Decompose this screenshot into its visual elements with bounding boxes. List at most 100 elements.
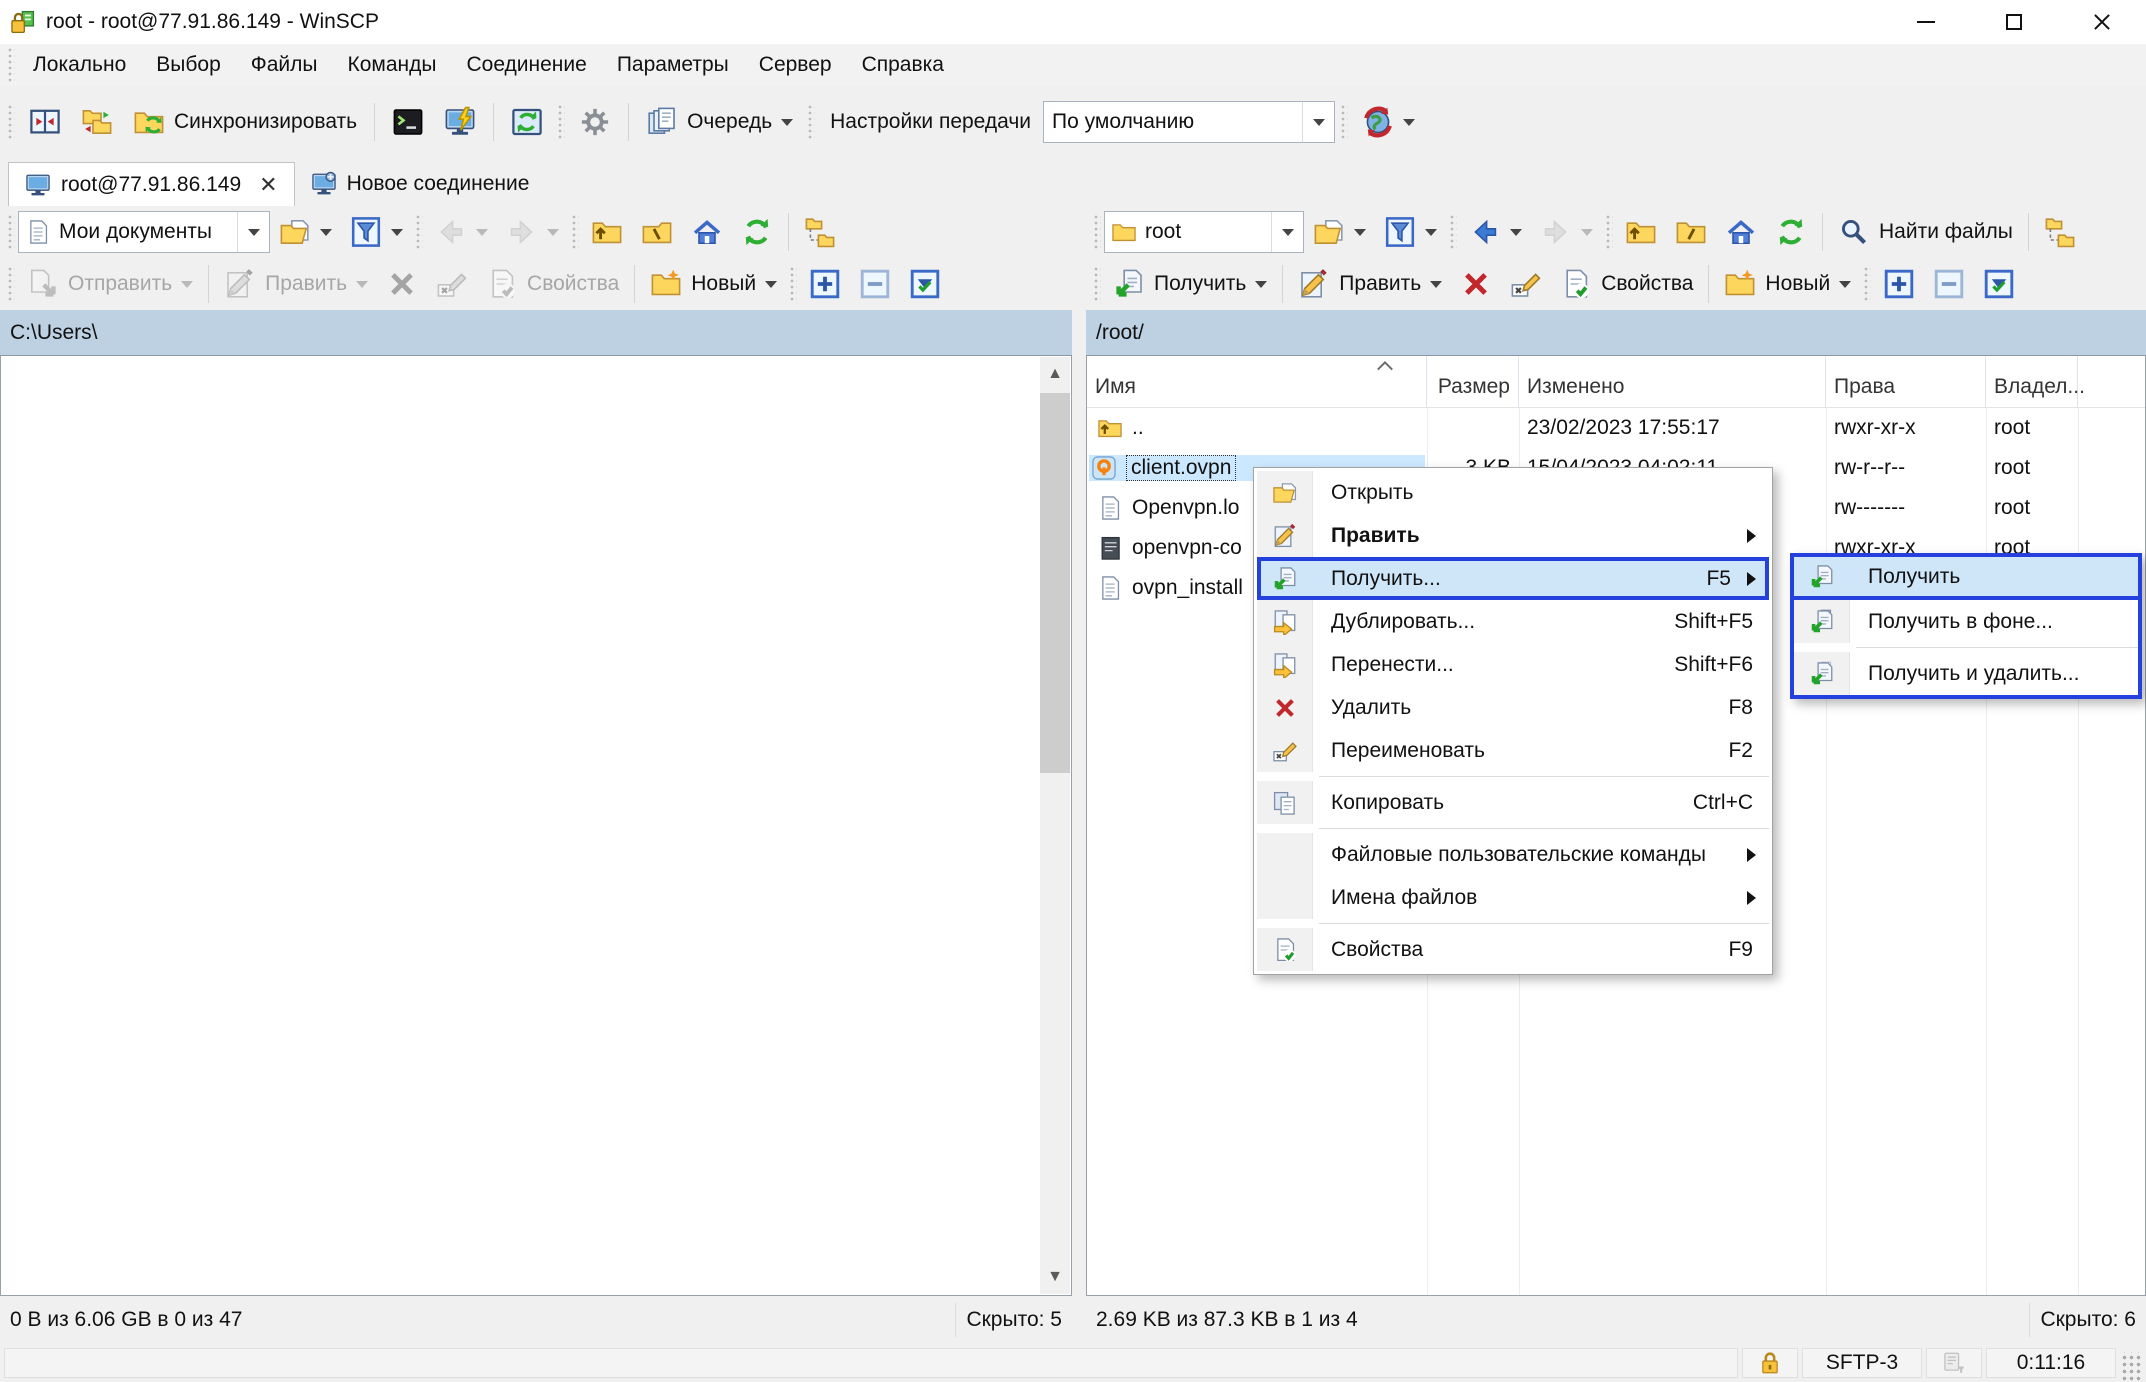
right-unselect-button[interactable]	[1924, 260, 1974, 308]
right-path-bar[interactable]: /root/	[1086, 310, 2146, 356]
toolbar-grip[interactable]	[1863, 266, 1871, 302]
right-drive-combobox[interactable]: root	[1104, 211, 1304, 253]
toolbar-grip[interactable]	[415, 214, 423, 250]
synchronize-browsing-button[interactable]	[72, 98, 122, 146]
left-panel-scrollbar[interactable]: ▲ ▼	[1040, 357, 1070, 1294]
menu-files[interactable]: Файлы	[236, 44, 333, 86]
encryption-cell[interactable]	[1742, 1348, 1798, 1378]
right-rename-button[interactable]	[1501, 260, 1551, 308]
left-root-directory-button[interactable]	[632, 208, 682, 256]
right-drive-dropdown-button[interactable]	[1271, 212, 1303, 252]
download-button[interactable]: Получить	[1104, 260, 1276, 308]
menu-session[interactable]: Соединение	[451, 44, 601, 86]
column-header-modified[interactable]: Изменено	[1519, 356, 1826, 407]
left-drive-dropdown-button[interactable]	[237, 212, 269, 252]
menu-options[interactable]: Параметры	[602, 44, 744, 86]
toolbar-grip[interactable]	[557, 104, 565, 140]
right-select-button[interactable]	[1874, 260, 1924, 308]
left-file-panel[interactable]: ▲ ▼	[0, 356, 1072, 1296]
close-button[interactable]	[2058, 0, 2146, 44]
queue-button[interactable]: Очередь	[637, 98, 802, 146]
transfer-preset-dropdown-button[interactable]	[1302, 102, 1334, 142]
right-root-directory-button[interactable]	[1666, 208, 1716, 256]
open-terminal-button[interactable]	[383, 98, 433, 146]
right-parent-directory-button[interactable]	[1616, 208, 1666, 256]
right-delete-button[interactable]	[1451, 260, 1501, 308]
left-properties-button[interactable]: Свойства	[477, 260, 628, 308]
transfer-preset-combobox[interactable]: По умолчанию	[1043, 101, 1335, 143]
menu-item-custom-commands[interactable]: Файловые пользовательские команды	[1257, 833, 1769, 876]
right-forward-button[interactable]	[1531, 208, 1602, 256]
right-edit-button[interactable]: Править	[1289, 260, 1451, 308]
toolbar-grip[interactable]	[7, 214, 15, 250]
tab-session-root[interactable]: root@77.91.86.149 ✕	[8, 162, 295, 206]
menu-item-edit[interactable]: Править	[1257, 514, 1769, 557]
left-select-all-button[interactable]	[900, 260, 950, 308]
refresh-session-button[interactable]	[502, 98, 552, 146]
toolbar-grip[interactable]	[1340, 104, 1348, 140]
left-path-bar[interactable]: C:\Users\	[0, 310, 1072, 356]
toolbar-grip[interactable]	[789, 266, 797, 302]
left-parent-directory-button[interactable]	[582, 208, 632, 256]
menu-item-properties[interactable]: Свойства F9	[1257, 928, 1769, 971]
left-home-directory-button[interactable]	[682, 208, 732, 256]
menu-item-rename[interactable]: Переименовать F2	[1257, 729, 1769, 772]
menu-help[interactable]: Справка	[847, 44, 959, 86]
menu-item-delete[interactable]: Удалить F8	[1257, 686, 1769, 729]
right-status-hidden[interactable]: Скрыто: 6	[2029, 1303, 2146, 1337]
column-header-owner[interactable]: Владел...	[1986, 356, 2078, 407]
tab-close-icon[interactable]: ✕	[259, 172, 277, 198]
left-drive-combobox[interactable]: Мои документы	[18, 211, 270, 253]
toolbar-grip[interactable]	[1093, 266, 1101, 302]
left-refresh-button[interactable]	[732, 208, 782, 256]
tab-new-session[interactable]: Новое соединение	[295, 162, 546, 206]
right-properties-button[interactable]: Свойства	[1551, 260, 1702, 308]
right-refresh-button[interactable]	[1766, 208, 1816, 256]
menu-server[interactable]: Сервер	[744, 44, 847, 86]
toolbar-grip[interactable]	[7, 266, 15, 302]
menu-item-open[interactable]: Открыть	[1257, 471, 1769, 514]
menu-item-duplicate[interactable]: Дублировать... Shift+F5	[1257, 600, 1769, 643]
toolbar-grip[interactable]	[1093, 214, 1101, 250]
open-putty-button[interactable]	[435, 98, 485, 146]
left-rename-button[interactable]	[427, 260, 477, 308]
left-forward-button[interactable]	[497, 208, 568, 256]
menu-commands[interactable]: Команды	[333, 44, 452, 86]
toolbar-grip[interactable]	[807, 104, 815, 140]
toolbar-grip[interactable]	[1449, 214, 1457, 250]
left-status-hidden[interactable]: Скрыто: 5	[955, 1303, 1072, 1337]
preferences-button[interactable]	[570, 98, 620, 146]
left-tree-button[interactable]	[795, 208, 845, 256]
maximize-button[interactable]	[1970, 0, 2058, 44]
submenu-item-download-background[interactable]: Получить в фоне...	[1794, 600, 2138, 643]
column-header-size[interactable]: Размер	[1427, 356, 1519, 407]
scroll-up-icon[interactable]: ▲	[1040, 357, 1070, 391]
right-tree-button[interactable]	[2035, 208, 2085, 256]
left-select-button[interactable]	[800, 260, 850, 308]
connection-cell[interactable]	[1926, 1348, 1982, 1378]
right-back-button[interactable]	[1460, 208, 1531, 256]
left-edit-button[interactable]: Править	[215, 260, 377, 308]
scrollbar-thumb[interactable]	[1040, 393, 1070, 773]
menu-mark[interactable]: Выбор	[141, 44, 236, 86]
left-new-button[interactable]: Новый	[641, 260, 786, 308]
left-back-button[interactable]	[426, 208, 497, 256]
menu-item-download[interactable]: Получить... F5	[1257, 557, 1769, 600]
menu-item-move[interactable]: Перенести... Shift+F6	[1257, 643, 1769, 686]
menu-item-copy[interactable]: Копировать Ctrl+C	[1257, 781, 1769, 824]
toolbar-grip[interactable]	[571, 214, 579, 250]
resize-grip[interactable]	[2120, 1352, 2142, 1382]
left-filter-button[interactable]	[341, 208, 412, 256]
submenu-item-download-and-delete[interactable]: Получить и удалить...	[1794, 652, 2138, 695]
minimize-button[interactable]	[1882, 0, 1970, 44]
toolbar-grip[interactable]	[1605, 214, 1613, 250]
synchronize-button[interactable]: Синхронизировать	[124, 98, 366, 146]
toggle-panels-button[interactable]	[20, 98, 70, 146]
menu-local[interactable]: Локально	[18, 44, 141, 86]
toolbar-grip[interactable]	[7, 104, 15, 140]
submenu-item-download[interactable]: Получить	[1794, 557, 2138, 600]
left-open-directory-button[interactable]	[270, 208, 341, 256]
right-filter-button[interactable]	[1375, 208, 1446, 256]
scroll-down-icon[interactable]: ▼	[1040, 1260, 1070, 1294]
upload-button[interactable]: Отправить	[18, 260, 202, 308]
